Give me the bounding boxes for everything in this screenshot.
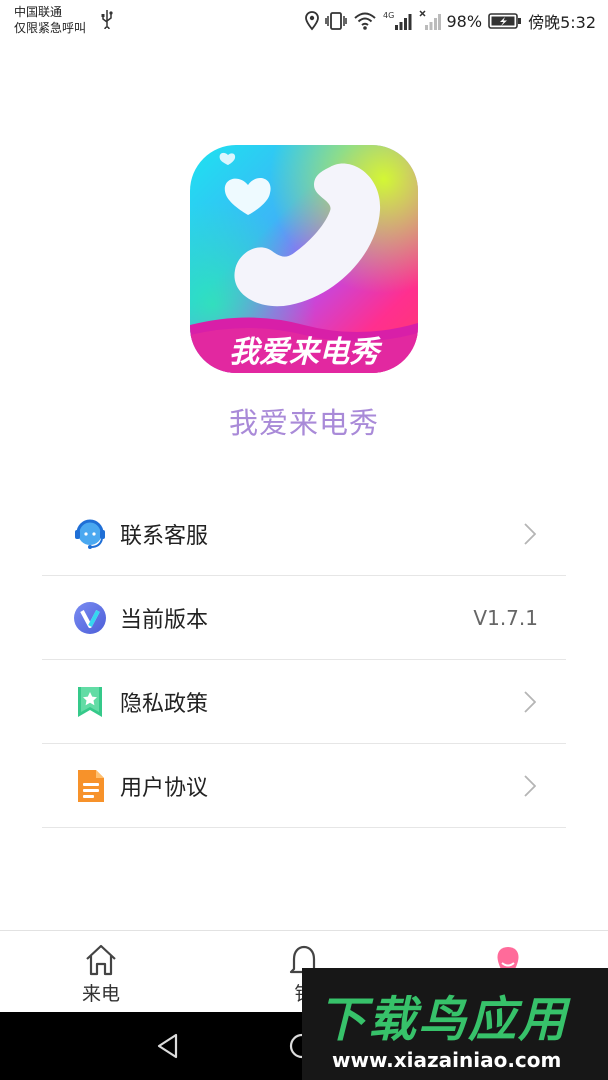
- app-logo-graphic: 我爱来电秀: [190, 145, 418, 373]
- back-icon[interactable]: [154, 1032, 182, 1060]
- watermark: 下载鸟应用 www.xiazainiao.com: [302, 968, 608, 1080]
- menu-item-version[interactable]: 当前版本 V1.7.1: [42, 576, 566, 660]
- carrier-info: 中国联通 仅限紧急呼叫: [14, 4, 86, 36]
- app-logo: 我爱来电秀: [190, 145, 418, 373]
- status-icons: 4G 98% 傍晚5:32: [304, 9, 596, 33]
- signal-4g-icon: 4G: [383, 11, 411, 30]
- version-number: V1.7.1: [473, 605, 538, 630]
- menu-item-customer-service[interactable]: 联系客服: [42, 492, 566, 576]
- bookmark-star-icon: [72, 684, 108, 720]
- settings-menu: 联系客服 当前版本 V1.7.1 隐私政策 用户协议: [42, 492, 566, 828]
- status-bar: 中国联通 仅限紧急呼叫 4G 98% 傍晚5:32: [0, 0, 608, 44]
- signal-empty-icon: [418, 10, 441, 30]
- location-icon: [304, 11, 319, 31]
- tab-incoming-call[interactable]: 来电: [61, 943, 141, 1006]
- carrier-status: 仅限紧急呼叫: [14, 21, 87, 35]
- network-type-label: 4G: [383, 11, 394, 20]
- chevron-right-icon: [524, 523, 536, 545]
- menu-item-privacy-policy[interactable]: 隐私政策: [42, 660, 566, 744]
- app-name: 我爱来电秀: [228, 406, 379, 440]
- customer-service-icon: [72, 516, 108, 552]
- clock: 傍晚5:32: [528, 13, 596, 32]
- watermark-title: 下载鸟应用: [318, 992, 569, 1048]
- app-logo-text: 我爱来电秀: [229, 335, 383, 370]
- document-icon: [72, 768, 108, 804]
- wifi-icon: [353, 12, 376, 30]
- menu-item-user-agreement[interactable]: 用户协议: [42, 744, 566, 828]
- tab-label: 来电: [81, 983, 120, 1005]
- battery-percentage: 98%: [446, 11, 483, 31]
- menu-item-label: 当前版本: [120, 607, 209, 633]
- menu-item-label: 用户协议: [120, 775, 209, 801]
- vibrate-icon: [324, 12, 347, 30]
- carrier-name: 中国联通: [14, 5, 63, 19]
- menu-item-label: 隐私政策: [120, 691, 209, 717]
- battery-charging-icon: [488, 13, 522, 29]
- menu-item-label: 联系客服: [120, 523, 209, 549]
- usb-icon: [101, 10, 113, 29]
- version-v-icon: [72, 600, 108, 636]
- home-icon: [86, 944, 116, 976]
- chevron-right-icon: [524, 775, 536, 797]
- watermark-url: www.xiazainiao.com: [332, 1048, 562, 1072]
- chevron-right-icon: [524, 691, 536, 713]
